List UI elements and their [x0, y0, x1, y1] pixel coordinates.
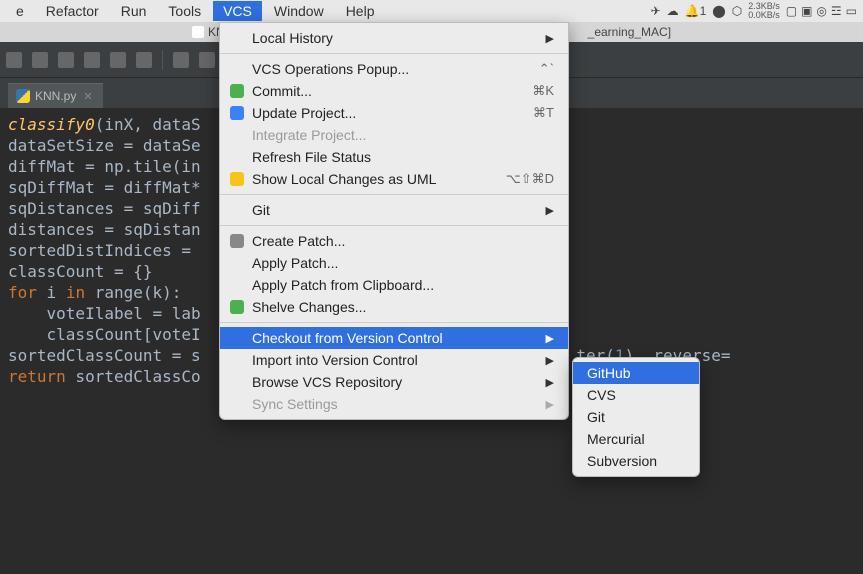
- stop-icon[interactable]: [136, 52, 152, 68]
- menu-separator: [220, 53, 568, 54]
- menu-item-refactor[interactable]: Refactor: [36, 1, 109, 21]
- square-icon[interactable]: ▭: [846, 4, 857, 18]
- paper-plane-icon[interactable]: ✈: [651, 4, 661, 18]
- uml-icon: [230, 172, 244, 186]
- menu-item-e[interactable]: e: [6, 1, 34, 21]
- submenu-github[interactable]: GitHub: [573, 362, 699, 384]
- menu-separator: [220, 194, 568, 195]
- menu-local-history[interactable]: Local History▶: [220, 27, 568, 49]
- chevron-right-icon: ▶: [546, 204, 554, 217]
- network-speed: 2.3KB/s 0.0KB/s: [748, 2, 780, 20]
- menu-separator: [220, 322, 568, 323]
- menu-sync-settings: Sync Settings▶: [220, 393, 568, 415]
- menu-item-window[interactable]: Window: [264, 1, 334, 21]
- close-icon[interactable]: ✕: [83, 90, 92, 103]
- menu-browse-repo[interactable]: Browse VCS Repository▶: [220, 371, 568, 393]
- menu-item-run[interactable]: Run: [111, 1, 157, 21]
- run-icon[interactable]: [6, 52, 22, 68]
- menu-vcs-ops[interactable]: VCS Operations Popup...⌃`: [220, 58, 568, 80]
- vcs-dropdown-menu: Local History▶ VCS Operations Popup...⌃`…: [219, 22, 569, 420]
- tab-label: KNN.py: [35, 89, 76, 103]
- coverage-icon[interactable]: [58, 52, 74, 68]
- sync-icon[interactable]: ◎: [816, 4, 826, 18]
- python-icon: [16, 89, 30, 103]
- checkout-submenu: GitHub CVS Git Mercurial Subversion: [572, 357, 700, 477]
- chevron-right-icon: ▶: [546, 32, 554, 45]
- menu-item-tools[interactable]: Tools: [158, 1, 211, 21]
- menu-refresh-file[interactable]: Refresh File Status: [220, 146, 568, 168]
- chevron-right-icon: ▶: [546, 354, 554, 367]
- menu-separator: [220, 225, 568, 226]
- submenu-subversion[interactable]: Subversion: [573, 450, 699, 472]
- menu-update-project[interactable]: Update Project...⌘T: [220, 102, 568, 124]
- menu-commit[interactable]: Commit...⌘K: [220, 80, 568, 102]
- menu-git[interactable]: Git▶: [220, 199, 568, 221]
- mac-menubar: e Refactor Run Tools VCS Window Help ✈ ☁…: [0, 0, 863, 22]
- submenu-git[interactable]: Git: [573, 406, 699, 428]
- menu-item-vcs[interactable]: VCS: [213, 1, 262, 21]
- mac-menu-right: ✈ ☁ 🔔1 ⬤ ⬡ 2.3KB/s 0.0KB/s ▢ ▣ ◎ ☲ ▭: [651, 2, 857, 20]
- debug-icon[interactable]: [32, 52, 48, 68]
- toolbar-separator: [162, 50, 163, 70]
- wechat-icon[interactable]: ☁: [667, 4, 679, 18]
- chevron-right-icon: ▶: [546, 332, 554, 345]
- editor-tab-knn[interactable]: KNN.py ✕: [8, 83, 103, 108]
- chevron-right-icon: ▶: [546, 398, 554, 411]
- submenu-mercurial[interactable]: Mercurial: [573, 428, 699, 450]
- chevron-right-icon: ▶: [546, 376, 554, 389]
- shelve-icon: [230, 300, 244, 314]
- menu-item-help[interactable]: Help: [336, 1, 385, 21]
- battery-icon[interactable]: ▢: [786, 4, 797, 18]
- submenu-cvs[interactable]: CVS: [573, 384, 699, 406]
- profile-icon[interactable]: [84, 52, 100, 68]
- menu-create-patch[interactable]: Create Patch...: [220, 230, 568, 252]
- ime-icon[interactable]: ▣: [801, 4, 812, 18]
- menu-apply-patch[interactable]: Apply Patch...: [220, 252, 568, 274]
- update-icon: [230, 106, 244, 120]
- commit-icon: [230, 84, 244, 98]
- wifi-icon[interactable]: ☲: [831, 4, 842, 18]
- python-file-icon: [192, 26, 204, 38]
- mac-menu-left: e Refactor Run Tools VCS Window Help: [6, 1, 384, 21]
- menu-import-vcs[interactable]: Import into Version Control▶: [220, 349, 568, 371]
- menu-show-local-uml[interactable]: Show Local Changes as UML⌥⇧⌘D: [220, 168, 568, 190]
- bell-icon[interactable]: 🔔1: [685, 4, 707, 18]
- menu-shelve[interactable]: Shelve Changes...: [220, 296, 568, 318]
- patch-icon: [230, 234, 244, 248]
- menu-integrate-project: Integrate Project...: [220, 124, 568, 146]
- concurrency-icon[interactable]: [110, 52, 126, 68]
- window-title-suffix: _earning_MAC]: [588, 22, 671, 42]
- hat-icon[interactable]: ⬤: [712, 4, 725, 18]
- menu-apply-clipboard[interactable]: Apply Patch from Clipboard...: [220, 274, 568, 296]
- menu-checkout-vcs[interactable]: Checkout from Version Control▶: [220, 327, 568, 349]
- vcs-update-icon[interactable]: [173, 52, 189, 68]
- vcs-commit-icon[interactable]: [199, 52, 215, 68]
- hex-icon[interactable]: ⬡: [732, 4, 742, 18]
